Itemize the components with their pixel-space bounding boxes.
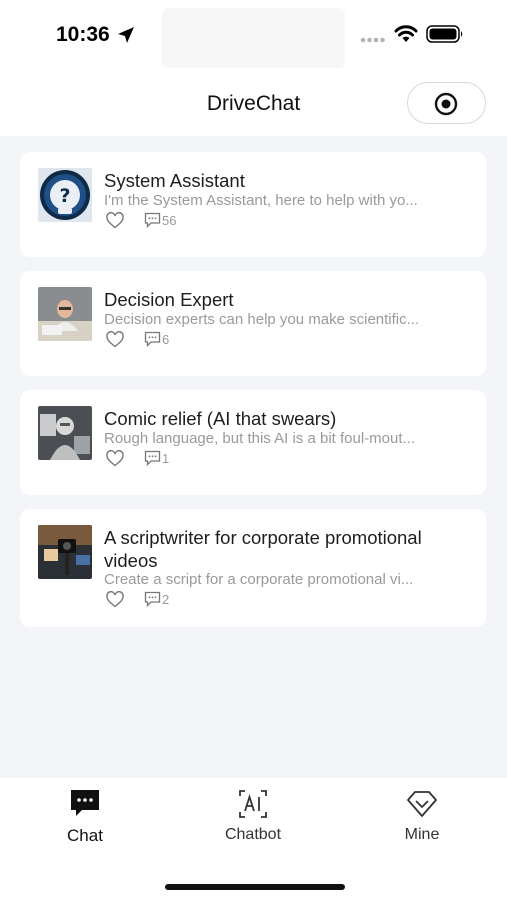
chatbot-title: Comic relief (AI that swears) [104, 408, 337, 429]
heart-icon[interactable] [106, 450, 124, 467]
chatbot-stats: 1 [104, 449, 304, 469]
tab-chat[interactable]: Chat [25, 788, 145, 858]
heart-icon[interactable] [106, 212, 124, 229]
comment-count: 56 [162, 213, 177, 228]
chatbot-description: Decision experts can help you make scien… [104, 311, 420, 328]
chatbot-title: A scriptwriter for corporate promotional… [104, 527, 422, 571]
comment-count: 6 [162, 332, 170, 347]
chatbot-stats: 6 [104, 330, 304, 350]
chatbot-stats: 56 [104, 211, 304, 231]
tab-bar: Chat Chatbot Mine [0, 778, 507, 900]
target-icon [434, 92, 458, 116]
heart-icon[interactable] [106, 591, 124, 608]
chatbot-description: I'm the System Assistant, here to help w… [104, 192, 418, 209]
chatbot-card-scriptwriter[interactable]: A scriptwriter for corporate promotional… [20, 509, 486, 627]
chatbot-description: Rough language, but this AI is a bit fou… [104, 430, 416, 447]
tab-label: Mine [404, 826, 440, 843]
diamond-icon [407, 791, 437, 817]
status-time: 10:36 [56, 23, 110, 46]
avatar: ? [38, 168, 92, 222]
avatar [38, 287, 92, 341]
comment-icon [144, 591, 161, 607]
chatbot-title: System Assistant [104, 170, 245, 191]
tab-mine[interactable]: Mine [362, 788, 482, 858]
signal-icon [360, 37, 385, 43]
tab-chatbot[interactable]: Chatbot [193, 788, 313, 858]
miniprogram-capsule-button[interactable] [407, 82, 486, 124]
nav-bar: DriveChat [0, 70, 507, 136]
comment-count: 1 [162, 451, 170, 466]
chat-bubble-icon [71, 790, 99, 816]
chatbot-card-comic-relief[interactable]: Comic relief (AI that swears) Rough lang… [20, 390, 486, 495]
chatbot-card-system-assistant[interactable]: ? System Assistant I'm the System Assist… [20, 152, 486, 257]
tab-label: Chat [67, 826, 103, 845]
camera-notch [162, 8, 345, 68]
comment-icon [144, 212, 161, 228]
tab-label: Chatbot [224, 826, 282, 843]
svg-text:?: ? [59, 185, 70, 207]
avatar [38, 406, 92, 460]
comment-icon [144, 450, 161, 466]
chatbot-title: Decision Expert [104, 289, 234, 310]
chatbot-description: Create a script for a corporate promotio… [104, 571, 414, 588]
location-arrow-icon [118, 27, 134, 43]
wifi-icon [394, 25, 418, 42]
chatbot-card-decision-expert[interactable]: Decision Expert Decision experts can hel… [20, 271, 486, 376]
battery-icon [426, 25, 463, 43]
heart-icon[interactable] [106, 331, 124, 348]
ai-icon [239, 790, 267, 818]
avatar [38, 525, 92, 579]
comment-icon [144, 331, 161, 347]
status-bar: 10:36 [0, 0, 507, 70]
comment-count: 2 [162, 592, 170, 607]
home-indicator[interactable] [165, 884, 345, 890]
chatbot-stats: 2 [104, 590, 304, 610]
